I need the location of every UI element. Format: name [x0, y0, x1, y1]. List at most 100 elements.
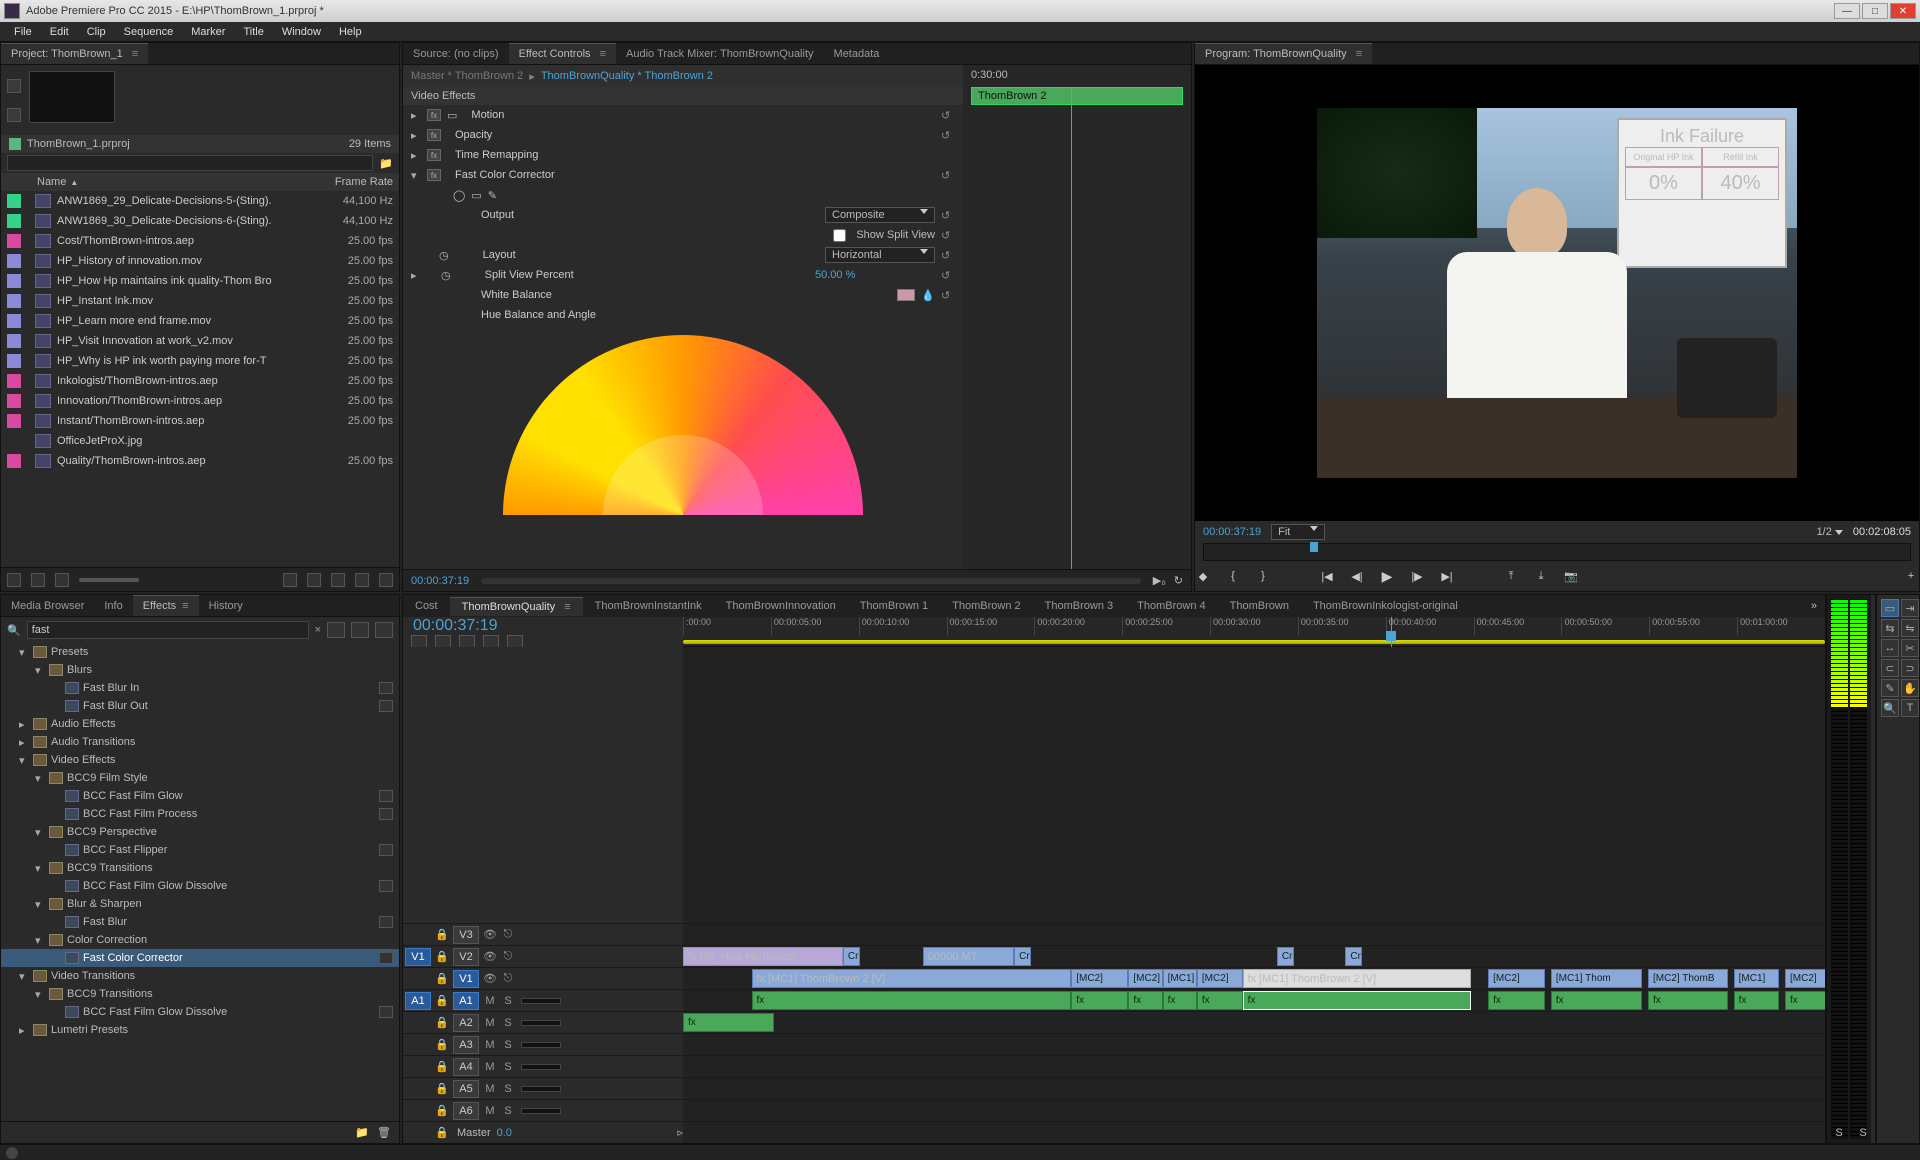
tab-source[interactable]: Source: (no clips): [403, 44, 509, 64]
tab-project[interactable]: Project: ThomBrown_1 ≡: [1, 43, 148, 64]
reset-icon[interactable]: ↺: [941, 229, 955, 242]
clip[interactable]: [MC2]: [1488, 969, 1545, 988]
zoom-slider[interactable]: [79, 578, 139, 582]
reset-icon[interactable]: ↺: [941, 249, 955, 262]
label-color-swatch[interactable]: [7, 294, 21, 308]
lock-icon[interactable]: 🔒: [433, 928, 451, 941]
ec-master-clip[interactable]: Master * ThomBrown 2: [411, 70, 523, 82]
project-item[interactable]: HP_History of innovation.mov 25.00 fps: [1, 251, 399, 271]
lock-icon[interactable]: 🔒: [433, 1104, 451, 1117]
clip-transition[interactable]: Cro: [843, 947, 860, 966]
effects-item[interactable]: Fast Blur Out: [1, 697, 399, 715]
lock-icon[interactable]: 🔒: [433, 1060, 451, 1073]
program-timecode-current[interactable]: 00:00:37:19: [1203, 526, 1261, 538]
menu-sequence[interactable]: Sequence: [116, 24, 182, 40]
program-video-view[interactable]: Ink Failure Original HP InkRefill Ink 0%…: [1195, 65, 1919, 521]
freeform-view-icon[interactable]: [55, 573, 69, 587]
menu-edit[interactable]: Edit: [42, 24, 77, 40]
lock-icon[interactable]: 🔒: [433, 1082, 451, 1095]
clip-transition[interactable]: Cro: [1014, 947, 1031, 966]
effects-tree[interactable]: ▾ Presets ▾ Blurs Fast Blur In Fast Blur…: [1, 643, 399, 1121]
auto-match-icon[interactable]: [283, 573, 297, 587]
track-target-a5[interactable]: A5: [453, 1080, 479, 1098]
minimize-button[interactable]: —: [1834, 3, 1860, 19]
ec-sequence-clip[interactable]: ThomBrownQuality * ThomBrown 2: [541, 70, 713, 82]
keyframe-stopwatch-icon[interactable]: ◷: [441, 269, 451, 282]
label-color-swatch[interactable]: [7, 194, 21, 208]
effects-folder[interactable]: ▾ Video Transitions: [1, 967, 399, 985]
twirl-icon[interactable]: ▸: [19, 1024, 29, 1037]
solo-icon[interactable]: S: [499, 1039, 517, 1051]
solo-left[interactable]: S: [1835, 1127, 1842, 1139]
twirl-icon[interactable]: ▸: [411, 109, 421, 122]
solo-right[interactable]: S: [1859, 1127, 1866, 1139]
project-search-input[interactable]: [7, 155, 373, 171]
mute-icon[interactable]: M: [481, 1017, 499, 1029]
track-target-a3[interactable]: A3: [453, 1036, 479, 1054]
clip-transition[interactable]: Cro: [1345, 947, 1362, 966]
solo-icon[interactable]: S: [499, 1017, 517, 1029]
effects-folder[interactable]: ▸ Audio Transitions: [1, 733, 399, 751]
32bit-filter-icon[interactable]: [351, 622, 369, 638]
menu-title[interactable]: Title: [235, 24, 271, 40]
menu-file[interactable]: File: [6, 24, 40, 40]
pen-tool[interactable]: ✎: [1881, 679, 1899, 697]
project-item[interactable]: Inkologist/ThomBrown-intros.aep 25.00 fp…: [1, 371, 399, 391]
clip-selected[interactable]: fx [MC1] ThomBrown 2 [V]: [1243, 969, 1471, 988]
effects-folder[interactable]: ▾ Color Correction: [1, 931, 399, 949]
effects-item[interactable]: Fast Blur: [1, 913, 399, 931]
delete-icon[interactable]: [379, 573, 393, 587]
fx-badge[interactable]: fx: [427, 169, 441, 181]
solo-icon[interactable]: S: [499, 1061, 517, 1073]
clear-search-icon[interactable]: ×: [315, 624, 321, 636]
audio-clip[interactable]: fx: [1488, 991, 1545, 1010]
twirl-icon[interactable]: ▾: [35, 988, 45, 1001]
project-item[interactable]: Innovation/ThomBrown-intros.aep 25.00 fp…: [1, 391, 399, 411]
sequence-tab[interactable]: ThomBrownQuality ≡: [450, 597, 583, 616]
sequence-tab[interactable]: ThomBrown 3: [1033, 597, 1125, 615]
clip[interactable]: [MC2] ThomB: [1648, 969, 1728, 988]
twirl-icon[interactable]: ▸: [411, 129, 421, 142]
twirl-icon[interactable]: ▾: [35, 934, 45, 947]
sync-lock-icon[interactable]: ⎋: [499, 928, 517, 941]
list-view-icon[interactable]: [7, 573, 21, 587]
mute-icon[interactable]: M: [481, 995, 499, 1007]
track-target-a6[interactable]: A6: [453, 1102, 479, 1120]
white-balance-swatch[interactable]: [897, 289, 915, 301]
effect-motion[interactable]: Motion: [463, 109, 935, 121]
twirl-icon[interactable]: ▾: [35, 862, 45, 875]
add-marker-button[interactable]: ◆: [1195, 568, 1211, 584]
timeline-tracks-area[interactable]: fx HP_How Hp mainta Cro 00000.MT Cro Cro…: [683, 647, 1825, 1143]
twirl-icon[interactable]: ▾: [19, 970, 29, 983]
menu-window[interactable]: Window: [274, 24, 329, 40]
reset-icon[interactable]: ↺: [941, 289, 955, 302]
effects-folder[interactable]: ▾ BCC9 Perspective: [1, 823, 399, 841]
accelerated-filter-icon[interactable]: [327, 622, 345, 638]
track-target-a4[interactable]: A4: [453, 1058, 479, 1076]
lock-icon[interactable]: 🔒: [433, 1126, 451, 1139]
effects-search-input[interactable]: [27, 621, 309, 639]
track-target-a2[interactable]: A2: [453, 1014, 479, 1032]
twirl-icon[interactable]: ▾: [35, 772, 45, 785]
track-select-tool[interactable]: ⇥: [1901, 599, 1919, 617]
new-bin-icon[interactable]: [331, 573, 345, 587]
sequence-tab[interactable]: ThomBrownInnovation: [714, 597, 848, 615]
clip[interactable]: [MC2]: [1071, 969, 1128, 988]
label-color-swatch[interactable]: [7, 434, 21, 448]
clip[interactable]: [MC1]: [1734, 969, 1780, 988]
reset-icon[interactable]: ↺: [941, 269, 955, 282]
fx-badge[interactable]: fx: [427, 109, 441, 121]
mute-icon[interactable]: M: [481, 1083, 499, 1095]
program-scrubber[interactable]: [1203, 543, 1911, 561]
lock-icon[interactable]: 🔒: [433, 994, 451, 1007]
ec-timeline-clip[interactable]: ThomBrown 2: [971, 87, 1183, 105]
project-item[interactable]: HP_How Hp maintains ink quality-Thom Bro…: [1, 271, 399, 291]
loop-icon[interactable]: ↻: [1174, 574, 1183, 587]
reset-icon[interactable]: ↺: [941, 209, 955, 222]
mute-icon[interactable]: M: [481, 1039, 499, 1051]
lock-icon[interactable]: 🔒: [433, 972, 451, 985]
effects-folder[interactable]: ▾ BCC9 Transitions: [1, 859, 399, 877]
zoom-tool[interactable]: 🔍: [1881, 699, 1899, 717]
ec-timecode[interactable]: 00:00:37:19: [411, 575, 469, 587]
toggle-output-icon[interactable]: 👁: [481, 972, 499, 985]
